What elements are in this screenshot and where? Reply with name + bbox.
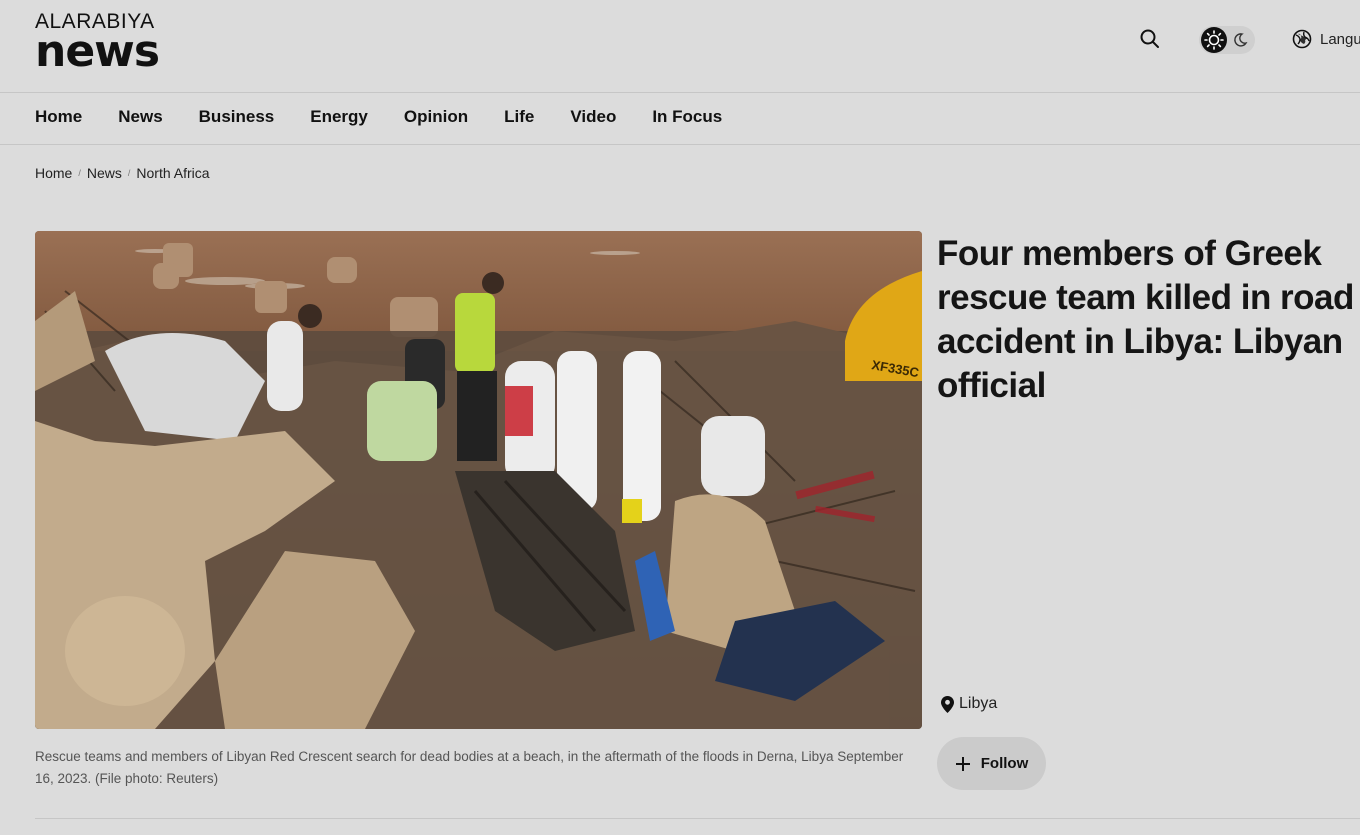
image-caption: Rescue teams and members of Libyan Red C… [35,749,904,786]
nav-item-video[interactable]: Video [570,107,616,127]
nav-item-home[interactable]: Home [35,107,82,127]
logo-bottom-text: news [35,26,160,77]
follow-label: Follow [980,755,1029,772]
main-nav: Home News Business Energy Opinion Life V… [0,93,1360,145]
language-label: Langu [1320,30,1360,48]
sun-icon [1201,27,1227,53]
plus-icon [955,756,970,771]
breadcrumb-home[interactable]: Home [35,165,72,181]
location-tag[interactable]: Libya [941,695,997,713]
breadcrumb-north-africa[interactable]: North Africa [136,165,209,181]
breadcrumb-news[interactable]: News [87,165,122,181]
search-icon[interactable] [1138,27,1162,51]
theme-toggle[interactable] [1199,26,1255,54]
location-tag-label: Libya [959,695,998,712]
nav-item-life[interactable]: Life [504,107,534,127]
site-logo[interactable]: ALARABIYA news [35,11,175,77]
language-selector[interactable]: Langu [1292,28,1360,50]
location-pin-icon [941,695,954,713]
globe-icon [1292,29,1312,49]
nav-item-energy[interactable]: Energy [310,107,368,127]
section-divider [35,818,1360,819]
nav-item-opinion[interactable]: Opinion [404,107,468,127]
site-header: ALARABIYA news Langu [0,0,1360,93]
nav-item-news[interactable]: News [118,107,162,127]
article-photo: XF335C [35,231,922,729]
nav-item-business[interactable]: Business [199,107,275,127]
breadcrumb: Home / News / North Africa [35,165,210,181]
moon-icon [1232,32,1248,48]
article-headline: Four members of Greek rescue team killed… [937,234,1354,405]
breadcrumb-separator: / [127,168,131,178]
nav-item-in-focus[interactable]: In Focus [652,107,722,127]
follow-button[interactable]: Follow [937,737,1046,790]
breadcrumb-separator: / [78,168,81,178]
